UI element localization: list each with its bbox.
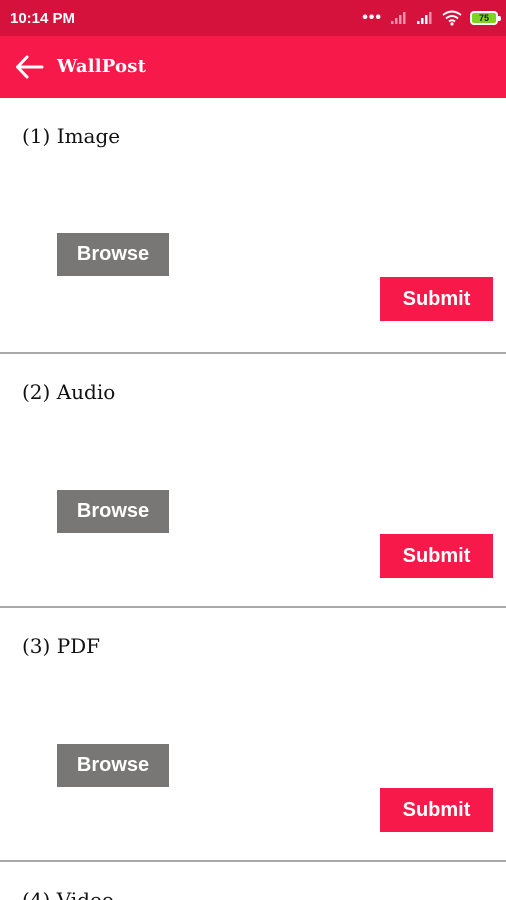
section-label: (3) PDF bbox=[22, 634, 101, 658]
upload-section-image: (1) Image Browse Submit bbox=[0, 98, 506, 353]
wifi-icon bbox=[442, 10, 462, 26]
upload-section-video: (4) Video bbox=[0, 862, 506, 900]
browse-button[interactable]: Browse bbox=[57, 490, 169, 533]
submit-button[interactable]: Submit bbox=[380, 277, 493, 321]
more-dots-icon: ••• bbox=[362, 9, 382, 26]
submit-button[interactable]: Submit bbox=[380, 788, 493, 832]
status-time: 10:14 PM bbox=[10, 10, 76, 27]
upload-section-pdf: (3) PDF Browse Submit bbox=[0, 608, 506, 860]
app-bar: WallPost bbox=[0, 36, 506, 98]
browse-button[interactable]: Browse bbox=[57, 233, 169, 276]
section-label: (2) Audio bbox=[22, 380, 116, 404]
status-icons: ••• 75 bbox=[362, 8, 501, 28]
battery-icon: 75 bbox=[470, 11, 501, 25]
upload-section-audio: (2) Audio Browse Submit bbox=[0, 354, 506, 606]
battery-level: 75 bbox=[478, 13, 489, 23]
section-label: (4) Video bbox=[22, 888, 114, 900]
signal-icon bbox=[417, 12, 432, 24]
browse-button[interactable]: Browse bbox=[57, 744, 169, 787]
submit-button[interactable]: Submit bbox=[380, 534, 493, 578]
section-label: (1) Image bbox=[22, 124, 121, 148]
arrow-left-icon[interactable] bbox=[14, 53, 44, 81]
page-title: WallPost bbox=[57, 56, 147, 77]
status-bar: 10:14 PM ••• 75 bbox=[0, 0, 506, 36]
signal-icon bbox=[391, 12, 406, 24]
